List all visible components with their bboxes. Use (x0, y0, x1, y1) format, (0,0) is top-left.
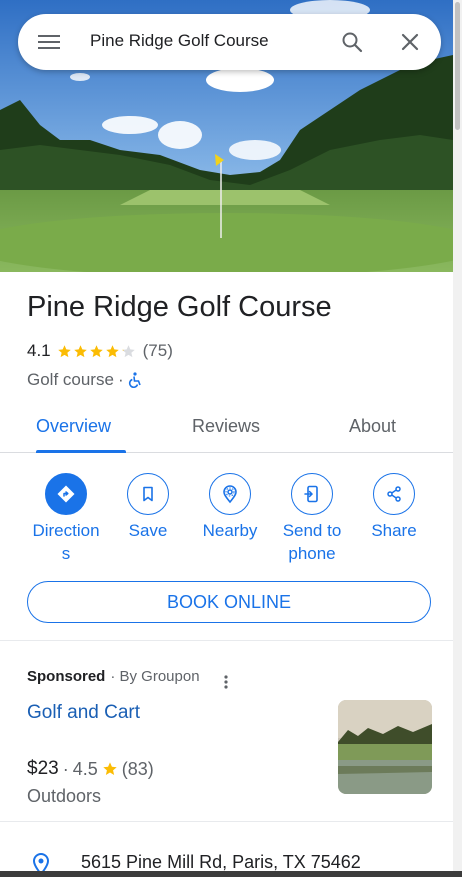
tab-about[interactable]: About (349, 416, 396, 437)
sponsor-name: · By Groupon (110, 668, 200, 685)
section-divider (0, 640, 453, 641)
star-icon (89, 344, 103, 357)
bookmark-icon (127, 473, 169, 515)
place-category[interactable]: Golf course (27, 370, 114, 390)
search-input[interactable]: Pine Ridge Golf Course (90, 31, 269, 51)
ad-separator: · (62, 758, 69, 779)
star-icon (73, 344, 87, 357)
directions-label-line2: s (61, 544, 71, 563)
category-separator: · (117, 370, 124, 389)
send-to-phone-label-line1: Send to (282, 521, 342, 540)
active-tab-indicator (36, 450, 126, 453)
tab-overview[interactable]: Overview (36, 416, 111, 437)
ad-thumbnail-image[interactable] (338, 700, 432, 794)
address-text: 5615 Pine Mill Rd, Paris, TX 75462 (81, 852, 361, 872)
category-row: Golf course · (27, 370, 142, 390)
share-label: Share (371, 521, 417, 540)
save-label: Save (128, 521, 168, 540)
nearby-button[interactable]: Nearby (189, 470, 271, 542)
nearby-icon (209, 473, 251, 515)
rating-value: 4.1 (27, 341, 51, 360)
scrollbar-track[interactable] (453, 0, 462, 877)
star-icon (105, 344, 119, 357)
ad-reviews-count: (83) (121, 758, 154, 779)
sponsored-label: Sponsored (27, 668, 106, 685)
rating-stars (57, 344, 137, 359)
share-icon (373, 473, 415, 515)
wheelchair-accessible-icon[interactable] (128, 372, 142, 388)
star-icon (57, 344, 71, 357)
ad-price: $23 (27, 758, 59, 779)
send-to-phone-label-line2: phone (288, 544, 336, 563)
rating-row[interactable]: 4.1 (75) (27, 341, 173, 361)
ad-price-row: $23 · 4.5 (83) (27, 758, 154, 780)
close-icon[interactable] (398, 30, 422, 54)
star-icon (121, 344, 135, 357)
save-button[interactable]: Save (107, 470, 189, 542)
bottom-edge (0, 871, 462, 877)
tab-reviews[interactable]: Reviews (192, 416, 260, 437)
ad-rating: 4.5 (72, 758, 98, 779)
share-button[interactable]: Share (353, 470, 435, 542)
action-buttons: Direction s Save Nearby Send to phone Sh… (0, 470, 453, 570)
directions-icon (45, 473, 87, 515)
directions-button[interactable]: Direction s (25, 470, 107, 565)
tab-bar: Overview Reviews About (0, 403, 453, 453)
nearby-label: Nearby (202, 521, 258, 540)
star-icon (103, 762, 117, 775)
search-bar[interactable]: Pine Ridge Golf Course (18, 14, 441, 70)
sponsored-row: Sponsored · By Groupon (27, 668, 200, 685)
directions-label-line1: Direction (32, 521, 100, 540)
section-divider (0, 821, 453, 822)
scrollbar-thumb[interactable] (455, 2, 460, 130)
ad-category: Outdoors (27, 786, 102, 806)
ad-title-link[interactable]: Golf and Cart (27, 702, 140, 724)
more-options-icon[interactable] (218, 673, 234, 691)
menu-icon[interactable] (38, 32, 60, 52)
place-title: Pine Ridge Golf Course (27, 291, 332, 323)
search-icon[interactable] (340, 30, 364, 54)
send-to-phone-button[interactable]: Send to phone (271, 470, 353, 565)
book-online-button[interactable]: BOOK ONLINE (27, 581, 431, 623)
reviews-count[interactable]: (75) (143, 341, 173, 361)
send-to-phone-icon (291, 473, 333, 515)
